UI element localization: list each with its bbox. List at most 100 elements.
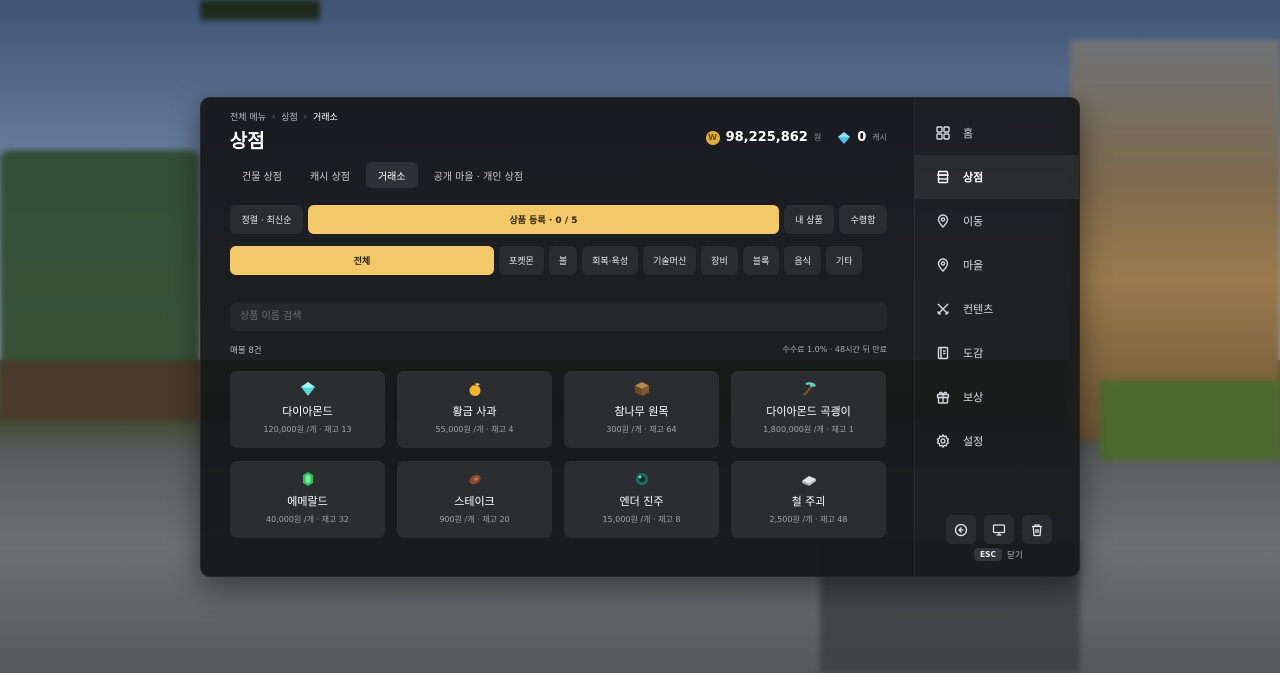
sidebar-tools xyxy=(946,515,1052,544)
sort-button[interactable]: 정렬 · 최신순 xyxy=(230,205,303,234)
item-meta: 900원 /개 · 재고 20 xyxy=(439,515,510,524)
shop-tabs: 건물 상점 캐시 상점 거래소 공개 마을 · 개인 상점 xyxy=(230,162,535,188)
category-equipment[interactable]: 장비 xyxy=(701,246,738,275)
sidebar-item-label: 마을 xyxy=(963,259,984,272)
sidebar-item-label: 홈 xyxy=(963,127,974,140)
listing-count: 매물 8건 xyxy=(230,346,262,356)
sidebar-item-home[interactable]: 홈 xyxy=(915,111,1079,155)
trash-icon xyxy=(1032,523,1042,536)
gold-unit: 원 xyxy=(813,133,822,142)
item-meta: 2,500원 /개 · 재고 48 xyxy=(769,515,848,524)
breadcrumb-item[interactable]: 전체 메뉴 xyxy=(230,110,266,123)
item-name: 다이아몬드 xyxy=(282,405,333,418)
sidebar-item-label: 이동 xyxy=(963,215,984,228)
item-card[interactable]: 다이아몬드 120,000원 /개 · 재고 13 xyxy=(230,371,385,448)
gold-coin-icon: W xyxy=(705,130,720,145)
gear-icon xyxy=(936,434,950,448)
category-tm[interactable]: 기술머신 xyxy=(643,246,697,275)
item-meta: 55,000원 /개 · 재고 4 xyxy=(435,425,514,434)
item-name: 다이아몬드 곡괭이 xyxy=(766,405,851,418)
receive-box-button[interactable]: 수령함 xyxy=(839,205,887,234)
item-meta: 120,000원 /개 · 재고 13 xyxy=(263,425,352,434)
sidebar-item-label: 보상 xyxy=(963,391,984,404)
shop-panel: 전체 메뉴 › 상점 › 거래소 상점 W 98,225,862 원 0 캐시 … xyxy=(200,97,1080,577)
store-icon xyxy=(936,170,950,184)
category-filter: 전체 포켓몬 볼 회복·육성 기술머신 장비 블록 음식 기타 xyxy=(230,246,887,275)
golden-apple-icon xyxy=(466,380,484,398)
breadcrumb-current: 거래소 xyxy=(312,113,338,123)
tab-cash-shop[interactable]: 캐시 상점 xyxy=(298,162,362,188)
gold-amount: 98,225,862 xyxy=(725,130,808,145)
category-food[interactable]: 음식 xyxy=(784,246,821,275)
back-button[interactable] xyxy=(946,515,976,544)
delete-button[interactable] xyxy=(1022,515,1052,544)
category-healing[interactable]: 회복·육성 xyxy=(582,246,639,275)
display-button[interactable] xyxy=(984,515,1014,544)
sidebar-item-settings[interactable]: 설정 xyxy=(915,419,1079,463)
shop-main: 전체 메뉴 › 상점 › 거래소 상점 W 98,225,862 원 0 캐시 … xyxy=(201,98,914,576)
item-name: 스테이크 xyxy=(454,495,495,508)
page-title: 상점 xyxy=(230,130,265,152)
item-card[interactable]: 다이아몬드 곡괭이 1,800,000원 /개 · 재고 1 xyxy=(731,371,886,448)
sidebar-item-move[interactable]: 이동 xyxy=(915,199,1079,243)
search-input[interactable] xyxy=(230,302,887,331)
item-card[interactable]: 황금 사과 55,000원 /개 · 재고 4 xyxy=(397,371,552,448)
my-items-button[interactable]: 내 상품 xyxy=(784,205,834,234)
diamond-pickaxe-icon xyxy=(800,380,818,398)
sidebar-item-label: 컨텐츠 xyxy=(963,303,994,316)
breadcrumb-item[interactable]: 상점 xyxy=(281,110,298,123)
gem-unit: 캐시 xyxy=(872,133,887,142)
esc-key-badge: ESC xyxy=(974,548,1003,561)
category-block[interactable]: 블록 xyxy=(742,246,780,275)
register-item-button[interactable]: 상품 등록 · 0 / 5 xyxy=(308,205,779,234)
item-card[interactable]: 엔더 진주 15,000원 /개 · 재고 8 xyxy=(564,461,719,538)
category-etc[interactable]: 기타 xyxy=(825,246,863,275)
crossed-swords-icon xyxy=(936,302,950,316)
breadcrumb-separator-icon: › xyxy=(271,112,276,121)
close-label: 닫기 xyxy=(1007,550,1023,561)
sidebar-item-contents[interactable]: 컨텐츠 xyxy=(915,287,1079,331)
sidebar-item-village[interactable]: 마을 xyxy=(915,243,1079,287)
action-bar: 정렬 · 최신순 상품 등록 · 0 / 5 내 상품 수령함 xyxy=(230,205,887,234)
sidebar-item-label: 도감 xyxy=(963,347,984,360)
gift-icon xyxy=(936,390,950,404)
breadcrumb: 전체 메뉴 › 상점 › 거래소 xyxy=(230,110,338,123)
item-card[interactable]: 스테이크 900원 /개 · 재고 20 xyxy=(397,461,552,538)
sidebar-item-label: 상점 xyxy=(963,171,984,184)
sidebar-nav: 홈 상점 이동 마을 컨텐츠 도감 보상 설정 xyxy=(915,111,1079,463)
close-hint[interactable]: ESC 닫기 xyxy=(974,548,1023,561)
category-all[interactable]: 전체 xyxy=(230,246,494,275)
tab-exchange[interactable]: 거래소 xyxy=(365,162,418,188)
item-meta: 300원 /개 · 재고 64 xyxy=(606,425,677,434)
item-name: 참나무 원목 xyxy=(614,405,669,418)
ender-pearl-icon xyxy=(633,470,651,488)
item-name: 에메랄드 xyxy=(287,495,328,508)
iron-ingot-icon xyxy=(800,470,818,488)
breadcrumb-separator-icon: › xyxy=(303,112,307,121)
diamond-icon xyxy=(299,380,317,398)
fee-note: 수수료 1.0% · 48시간 뒤 만료 xyxy=(782,345,887,354)
item-card[interactable]: 참나무 원목 300원 /개 · 재고 64 xyxy=(564,371,719,448)
tab-public-village-shop[interactable]: 공개 마을 · 개인 상점 xyxy=(422,162,536,188)
tab-building-shop[interactable]: 건물 상점 xyxy=(230,162,294,188)
item-grid: 다이아몬드 120,000원 /개 · 재고 13 황금 사과 55,000원 … xyxy=(230,371,887,538)
back-circle-icon xyxy=(954,523,968,536)
item-card[interactable]: 철 주괴 2,500원 /개 · 재고 48 xyxy=(731,461,886,538)
category-pokemon[interactable]: 포켓몬 xyxy=(499,246,544,275)
cash-gem-icon xyxy=(838,131,851,144)
item-meta: 40,000원 /개 · 재고 32 xyxy=(265,515,350,524)
sidebar-item-dex[interactable]: 도감 xyxy=(915,331,1079,375)
steak-icon xyxy=(466,470,484,488)
currency-display: W 98,225,862 원 0 캐시 xyxy=(705,130,887,145)
item-meta: 1,800,000원 /개 · 재고 1 xyxy=(763,425,854,434)
sidebar-item-reward[interactable]: 보상 xyxy=(915,375,1079,419)
item-card[interactable]: 에메랄드 40,000원 /개 · 재고 32 xyxy=(230,461,385,538)
item-name: 엔더 진주 xyxy=(619,495,664,508)
home-grid-icon xyxy=(936,126,950,140)
sidebar-item-label: 설정 xyxy=(963,435,984,448)
category-ball[interactable]: 볼 xyxy=(548,246,578,275)
item-name: 철 주괴 xyxy=(791,495,826,508)
item-meta: 15,000원 /개 · 재고 8 xyxy=(602,515,681,524)
monitor-icon xyxy=(992,523,1006,536)
sidebar-item-store[interactable]: 상점 xyxy=(915,155,1079,199)
